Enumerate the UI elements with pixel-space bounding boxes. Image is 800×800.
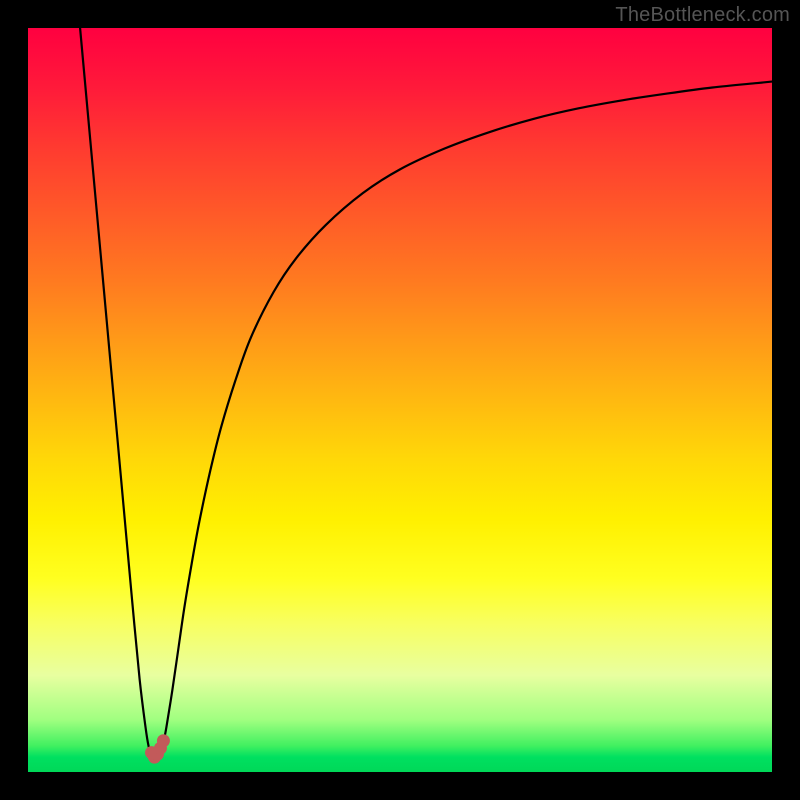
chart-svg xyxy=(28,28,772,772)
marker-dot xyxy=(157,734,170,747)
plot-area xyxy=(28,28,772,772)
marker-dip xyxy=(145,734,170,763)
bottleneck-curve xyxy=(80,28,772,759)
chart-frame: TheBottleneck.com xyxy=(0,0,800,800)
attribution-text: TheBottleneck.com xyxy=(615,4,790,27)
